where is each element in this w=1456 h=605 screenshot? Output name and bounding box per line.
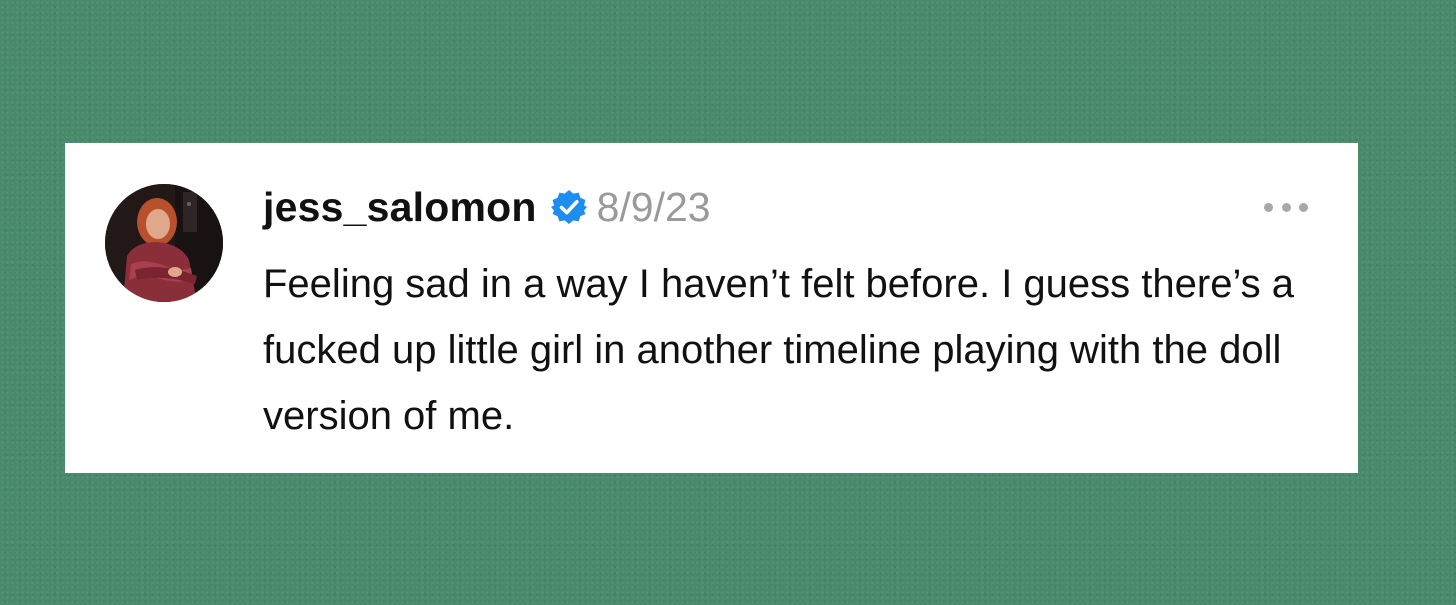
profile-photo	[105, 184, 223, 302]
post-date: 8/9/23	[596, 183, 711, 230]
ellipsis-icon-dot	[1281, 202, 1291, 212]
post-header: jess_salomon 8/9/23	[263, 179, 711, 235]
verified-badge-icon	[550, 189, 587, 225]
page: { "background_color": "#4a8a6c", "post":…	[0, 0, 1456, 605]
post-text: Feeling sad in a way I haven’t felt befo…	[263, 262, 1294, 438]
ellipsis-icon-dot	[1299, 202, 1308, 212]
post-card: jess_salomon 8/9/23 Feeling sad in a way…	[65, 143, 1358, 473]
avatar[interactable]	[105, 184, 223, 302]
username[interactable]: jess_salomon	[263, 184, 537, 231]
more-options-button[interactable]	[1264, 195, 1308, 219]
ellipsis-icon-dot	[1264, 202, 1273, 212]
